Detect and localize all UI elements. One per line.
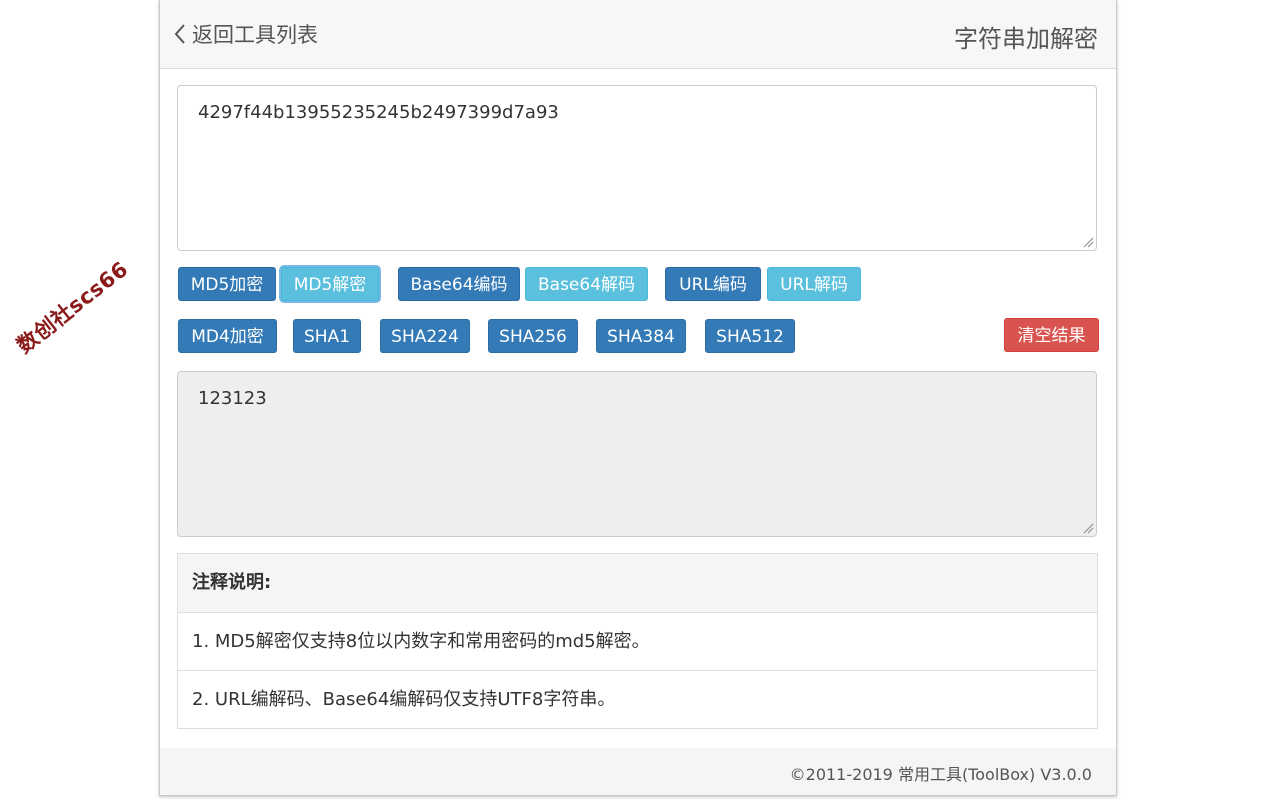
header: 返回工具列表 字符串加解密 — [160, 0, 1116, 69]
base64-decode-button[interactable]: Base64解码 — [525, 267, 648, 301]
footer-copyright: ©2011-2019 常用工具(ToolBox) V3.0.0 — [789, 765, 1092, 784]
base64-encode-button[interactable]: Base64编码 — [398, 267, 520, 301]
url-decode-button[interactable]: URL解码 — [767, 267, 861, 301]
sha1-button[interactable]: SHA1 — [293, 319, 361, 353]
sha256-button[interactable]: SHA256 — [488, 319, 578, 353]
input-textarea[interactable]: 4297f44b13955235245b2497399d7a93 — [177, 85, 1097, 251]
notes-panel: 注释说明: 1. MD5解密仅支持8位以内数字和常用密码的md5解密。 2. U… — [177, 553, 1098, 729]
back-to-tools-link[interactable]: 返回工具列表 — [174, 20, 318, 48]
chevron-left-icon — [174, 24, 185, 44]
md5-encrypt-button[interactable]: MD5加密 — [178, 267, 276, 301]
output-value: 123123 — [198, 388, 267, 409]
sha512-button[interactable]: SHA512 — [705, 319, 795, 353]
sha224-button[interactable]: SHA224 — [380, 319, 470, 353]
footer: ©2011-2019 常用工具(ToolBox) V3.0.0 — [160, 748, 1116, 795]
notes-item: 1. MD5解密仅支持8位以内数字和常用密码的md5解密。 — [178, 612, 1097, 670]
back-label: 返回工具列表 — [192, 23, 318, 47]
md5-decrypt-button[interactable]: MD5解密 — [281, 267, 379, 301]
watermark: 数创社scs66 — [12, 256, 133, 359]
resize-grip-icon[interactable] — [1082, 522, 1094, 534]
clear-result-button[interactable]: 清空结果 — [1004, 318, 1099, 352]
input-value: 4297f44b13955235245b2497399d7a93 — [198, 102, 559, 123]
md4-encrypt-button[interactable]: MD4加密 — [178, 319, 277, 353]
tool-panel: 返回工具列表 字符串加解密 4297f44b13955235245b249739… — [159, 0, 1117, 796]
sha384-button[interactable]: SHA384 — [596, 319, 686, 353]
resize-grip-icon[interactable] — [1082, 236, 1094, 248]
output-textarea[interactable]: 123123 — [177, 371, 1097, 537]
notes-item: 2. URL编解码、Base64编解码仅支持UTF8字符串。 — [178, 670, 1097, 728]
url-encode-button[interactable]: URL编码 — [665, 267, 761, 301]
page-title: 字符串加解密 — [954, 25, 1098, 53]
notes-heading: 注释说明: — [178, 554, 1097, 612]
